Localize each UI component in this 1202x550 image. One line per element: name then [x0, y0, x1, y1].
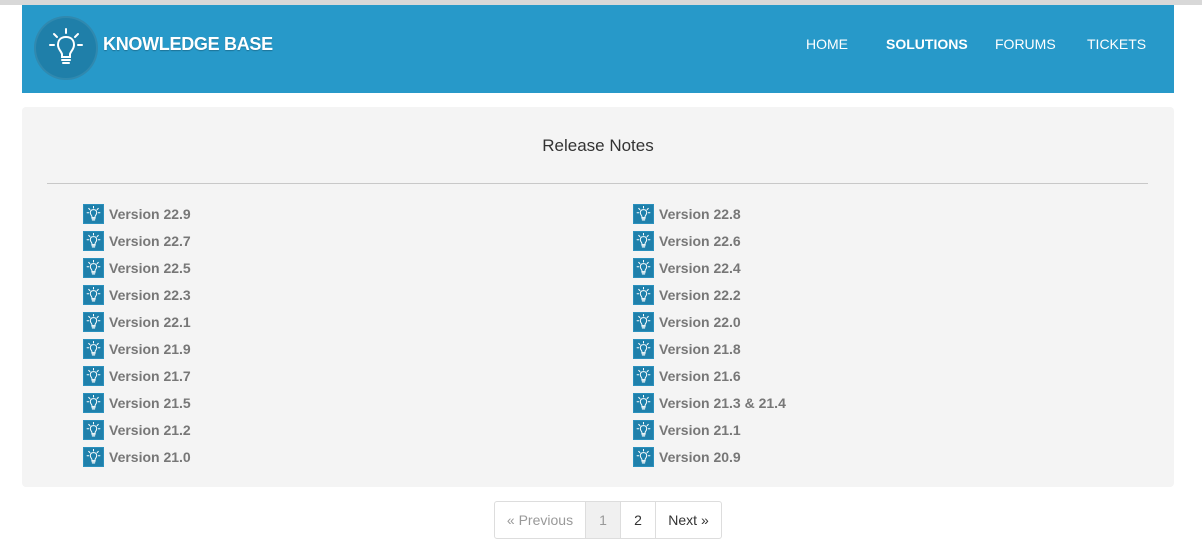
- lightbulb-icon: [83, 258, 104, 278]
- release-note-link[interactable]: Version 22.7: [83, 231, 191, 251]
- release-note-label: Version 22.4: [659, 260, 741, 276]
- release-note-link[interactable]: Version 22.3: [83, 285, 191, 305]
- release-note-label: Version 21.1: [659, 422, 741, 438]
- lightbulb-icon: [633, 312, 654, 332]
- release-note-label: Version 21.6: [659, 368, 741, 384]
- release-note-label: Version 21.9: [109, 341, 191, 357]
- lightbulb-icon: [83, 366, 104, 386]
- release-note-link[interactable]: Version 20.9: [633, 447, 741, 467]
- release-note-link[interactable]: Version 22.6: [633, 231, 741, 251]
- release-note-link[interactable]: Version 22.0: [633, 312, 741, 332]
- lightbulb-icon: [633, 366, 654, 386]
- release-note-link[interactable]: Version 21.1: [633, 420, 741, 440]
- lightbulb-icon: [633, 285, 654, 305]
- release-note-link[interactable]: Version 21.6: [633, 366, 741, 386]
- release-note-label: Version 22.2: [659, 287, 741, 303]
- release-note-link[interactable]: Version 21.2: [83, 420, 191, 440]
- release-note-label: Version 21.7: [109, 368, 191, 384]
- release-note-label: Version 22.6: [659, 233, 741, 249]
- nav-tickets[interactable]: TICKETS: [1087, 36, 1146, 52]
- release-notes-panel: Release Notes Version 22.9 Version 22.7 Ve…: [22, 107, 1174, 487]
- lightbulb-icon: [83, 285, 104, 305]
- release-note-label: Version 21.5: [109, 395, 191, 411]
- lightbulb-icon: [83, 312, 104, 332]
- page-2-button[interactable]: 2: [620, 502, 655, 538]
- release-note-label: Version 22.1: [109, 314, 191, 330]
- nav-solutions[interactable]: SOLUTIONS: [886, 36, 968, 52]
- release-note-label: Version 22.8: [659, 206, 741, 222]
- lightbulb-icon: [49, 28, 83, 64]
- release-note-label: Version 21.2: [109, 422, 191, 438]
- release-note-link[interactable]: Version 22.8: [633, 204, 741, 224]
- release-note-link[interactable]: Version 22.4: [633, 258, 741, 278]
- lightbulb-icon: [633, 447, 654, 467]
- page-1-button[interactable]: 1: [585, 502, 620, 538]
- release-note-link[interactable]: Version 21.8: [633, 339, 741, 359]
- release-note-label: Version 22.5: [109, 260, 191, 276]
- nav-forums[interactable]: FORUMS: [995, 36, 1056, 52]
- release-note-link[interactable]: Version 22.1: [83, 312, 191, 332]
- lightbulb-icon: [633, 339, 654, 359]
- site-header: KNOWLEDGE BASE HOME SOLUTIONS FORUMS TIC…: [22, 5, 1174, 93]
- release-note-label: Version 22.3: [109, 287, 191, 303]
- lightbulb-icon: [83, 447, 104, 467]
- lightbulb-icon: [633, 204, 654, 224]
- release-note-link[interactable]: Version 22.5: [83, 258, 191, 278]
- lightbulb-icon: [633, 393, 654, 413]
- lightbulb-icon: [83, 420, 104, 440]
- release-note-link[interactable]: Version 21.5: [83, 393, 191, 413]
- previous-page-button: « Previous: [506, 512, 574, 528]
- logo[interactable]: [34, 16, 98, 80]
- release-note-link[interactable]: Version 21.9: [83, 339, 191, 359]
- lightbulb-icon: [83, 339, 104, 359]
- release-note-link[interactable]: Version 22.2: [633, 285, 741, 305]
- next-page-button[interactable]: Next »: [655, 502, 721, 538]
- divider: [47, 183, 1148, 184]
- release-note-label: Version 21.3 & 21.4: [659, 395, 786, 411]
- brand-title[interactable]: KNOWLEDGE BASE: [103, 34, 273, 55]
- release-note-link[interactable]: Version 21.3 & 21.4: [633, 393, 786, 413]
- lightbulb-icon: [633, 231, 654, 251]
- release-note-link[interactable]: Version 22.9: [83, 204, 191, 224]
- release-note-label: Version 22.7: [109, 233, 191, 249]
- release-note-label: Version 20.9: [659, 449, 741, 465]
- lightbulb-icon: [633, 258, 654, 278]
- lightbulb-icon: [83, 393, 104, 413]
- pagination: « Previous 1 2 Next »: [494, 501, 722, 539]
- page-title: Release Notes: [542, 136, 654, 155]
- release-note-label: Version 21.8: [659, 341, 741, 357]
- lightbulb-icon: [633, 420, 654, 440]
- lightbulb-icon: [83, 204, 104, 224]
- release-note-label: Version 21.0: [109, 449, 191, 465]
- lightbulb-icon: [83, 231, 104, 251]
- nav-home[interactable]: HOME: [806, 36, 848, 52]
- release-note-link[interactable]: Version 21.0: [83, 447, 191, 467]
- release-note-label: Version 22.9: [109, 206, 191, 222]
- release-note-label: Version 22.0: [659, 314, 741, 330]
- release-note-link[interactable]: Version 21.7: [83, 366, 191, 386]
